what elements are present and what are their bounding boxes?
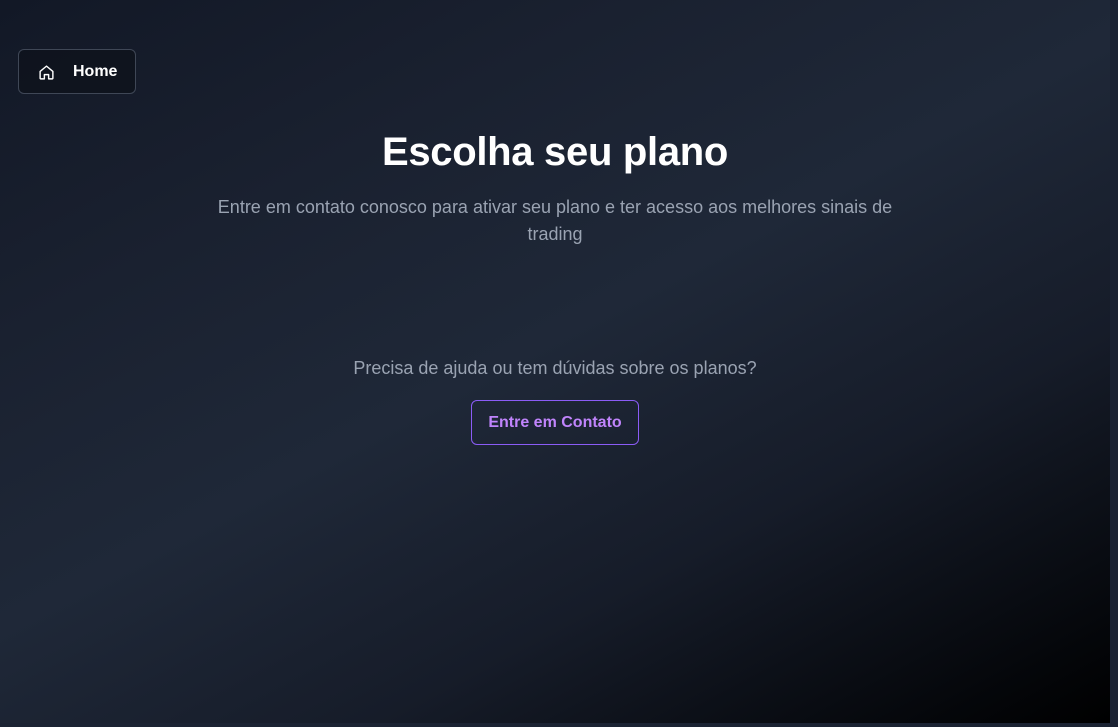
scrollbar[interactable] xyxy=(1110,0,1118,727)
page-background: Home Escolha seu plano Entre em contato … xyxy=(0,0,1110,723)
page-subtitle: Entre em contato conosco para ativar seu… xyxy=(217,197,893,244)
window-bottom-edge xyxy=(0,723,1118,727)
page-title: Escolha seu plano xyxy=(381,130,729,174)
home-button[interactable]: Home xyxy=(18,49,136,94)
help-text: Precisa de ajuda ou tem dúvidas sobre os… xyxy=(353,358,757,378)
home-icon xyxy=(39,65,54,80)
contact-button[interactable]: Entre em Contato xyxy=(471,400,639,445)
home-button-label: Home xyxy=(73,63,118,80)
